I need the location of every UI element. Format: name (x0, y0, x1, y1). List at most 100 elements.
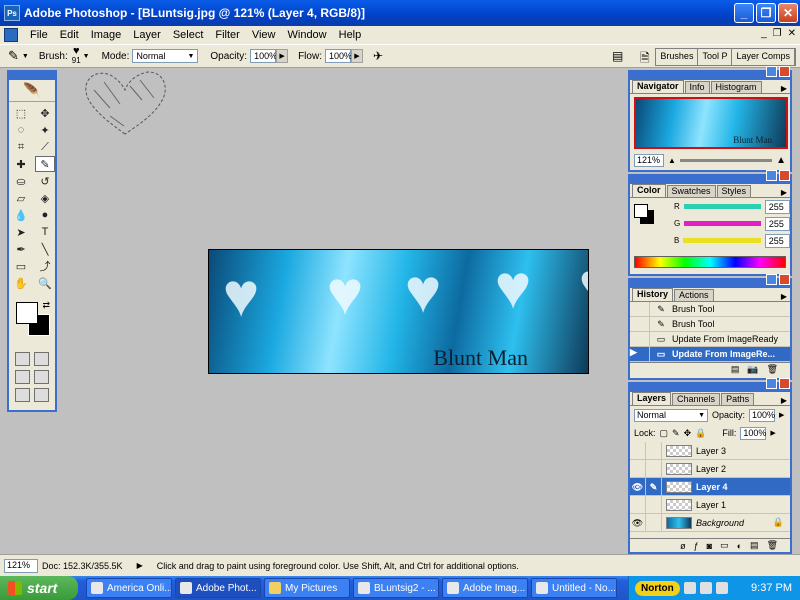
layer-opacity-arrow-icon[interactable]: ▶ (779, 411, 784, 419)
history-item-selected[interactable]: ▶ ▭ Update From ImageRe... (630, 346, 790, 362)
hand-tool-icon[interactable]: ✋ (11, 275, 31, 291)
opacity-input[interactable]: 100% (250, 49, 277, 63)
palette-titlebar[interactable] (630, 170, 790, 184)
well-tab-tool-presets[interactable]: Tool P (698, 49, 733, 65)
layer-row-background[interactable]: 👁 Background 🔒 (630, 513, 790, 532)
tab-histogram[interactable]: Histogram (710, 81, 762, 93)
clone-stamp-tool-icon[interactable]: ⛀ (11, 173, 31, 189)
g-slider[interactable] (684, 221, 761, 226)
menu-edit[interactable]: Edit (54, 29, 85, 41)
layer-row[interactable]: Layer 3 (630, 441, 790, 460)
menu-select[interactable]: Select (167, 29, 210, 41)
dodge-tool-icon[interactable]: ● (35, 207, 55, 223)
link-layers-icon[interactable]: ø (680, 541, 686, 551)
restore-button[interactable]: ❐ (756, 3, 776, 23)
layer-link-cell[interactable] (646, 495, 662, 514)
taskbar-item[interactable]: Adobe Imag... (442, 578, 528, 598)
swap-colors-icon[interactable]: ⇄ (42, 300, 50, 311)
doc-restore-icon[interactable]: ❐ (773, 28, 782, 39)
palette-minimize-icon[interactable] (766, 66, 777, 77)
healing-brush-tool-icon[interactable]: ✚ (11, 156, 31, 172)
menu-filter[interactable]: Filter (209, 29, 245, 41)
doc-close-icon[interactable]: ✕ (788, 28, 796, 39)
paintbrush-icon[interactable]: ✎ (646, 477, 662, 496)
well-tab-layer-comps[interactable]: Layer Comps (732, 49, 795, 65)
tab-layers[interactable]: Layers (632, 392, 672, 405)
tab-actions[interactable]: Actions (674, 289, 714, 301)
toolbox-titlebar[interactable] (9, 72, 55, 80)
taskbar-item[interactable]: BLuntsig2 - ... (353, 578, 439, 598)
palette-titlebar[interactable] (630, 66, 790, 80)
lock-all-icon[interactable]: 🔒 (695, 428, 706, 439)
lock-position-icon[interactable]: ✥ (684, 428, 692, 439)
navigator-thumbnail[interactable]: Blunt Man (634, 97, 788, 149)
history-source-cell[interactable]: ▶ (630, 346, 650, 362)
taskbar-item-active[interactable]: Adobe Phot... (175, 578, 261, 598)
tab-history[interactable]: History (632, 288, 674, 301)
menu-view[interactable]: View (246, 29, 282, 41)
eye-icon[interactable]: 👁 (630, 513, 646, 532)
jump-to-imageready-icon[interactable] (34, 388, 49, 402)
navigator-zoom-input[interactable]: 121% (634, 154, 664, 167)
eye-icon[interactable]: 👁 (630, 477, 646, 496)
color-fg-swatch[interactable] (634, 204, 648, 218)
new-group-icon[interactable]: ▭ (720, 540, 729, 551)
taskbar-item[interactable]: Untitled - No... (531, 578, 617, 598)
preset-dropdown-icon[interactable]: ▼ (22, 53, 29, 60)
delete-layer-icon[interactable]: 🗑 (767, 540, 778, 551)
well-tab-brushes[interactable]: Brushes (656, 49, 699, 65)
color-spectrum-ramp[interactable] (634, 256, 786, 268)
layer-blend-mode-select[interactable]: Normal ▼ (634, 408, 708, 422)
airbrush-icon[interactable]: ✈ (373, 49, 383, 63)
zoom-tool-icon[interactable]: 🔍 (35, 275, 55, 291)
palette-close-icon[interactable] (779, 378, 790, 389)
status-menu-icon[interactable]: ▶ (137, 561, 143, 570)
standard-mode-icon[interactable] (15, 352, 30, 366)
layer-row-selected[interactable]: 👁 ✎ Layer 4 (630, 477, 790, 496)
quick-mask-mode-icon[interactable] (34, 352, 49, 366)
palette-close-icon[interactable] (779, 66, 790, 77)
history-brush-tool-icon[interactable]: ↺ (35, 173, 55, 189)
brush-dropdown-icon[interactable]: ▼ (83, 53, 90, 60)
mode-select[interactable]: Normal ▼ (132, 49, 199, 63)
marquee-tool-icon[interactable]: ⬚ (11, 105, 31, 121)
palette-minimize-icon[interactable] (766, 274, 777, 285)
file-browser-icon[interactable]: ▤ (612, 49, 623, 63)
menu-help[interactable]: Help (333, 29, 368, 41)
document-canvas[interactable]: ♥ ♥ ♥ ♥ ♥ Blunt Man (208, 249, 589, 374)
pen-tool-icon[interactable]: ✒ (11, 241, 31, 257)
palette-minimize-icon[interactable] (766, 170, 777, 181)
history-source-cell[interactable] (630, 331, 650, 347)
tray-icon[interactable] (683, 582, 696, 594)
delete-state-icon[interactable]: 🗑 (767, 364, 778, 375)
status-zoom-input[interactable]: 121% (4, 558, 38, 573)
lock-image-icon[interactable]: ✎ (672, 428, 680, 439)
slice-tool-icon[interactable]: ⟋ (35, 139, 55, 155)
move-tool-icon[interactable]: ✥ (35, 105, 55, 121)
tab-swatches[interactable]: Swatches (666, 185, 716, 197)
brush-tip-icon[interactable]: ♥ (73, 46, 80, 57)
opacity-slider-button[interactable]: ▶ (276, 49, 289, 63)
layer-link-cell[interactable] (646, 441, 662, 460)
new-adjustment-layer-icon[interactable]: ◐ (737, 541, 742, 551)
type-tool-icon[interactable]: T (35, 224, 55, 240)
line-tool-icon[interactable]: ╲ (35, 241, 55, 257)
history-item[interactable]: ✎ Brush Tool (630, 301, 790, 317)
taskbar-item[interactable]: America Onli... (86, 578, 172, 598)
b-slider[interactable] (683, 238, 761, 243)
close-button[interactable]: ✕ (778, 3, 798, 23)
start-button[interactable]: start (0, 576, 78, 600)
menu-layer[interactable]: Layer (127, 29, 167, 41)
palette-menu-icon[interactable]: ▶ (781, 292, 790, 301)
paint-bucket-tool-icon[interactable]: ◈ (35, 190, 55, 206)
new-snapshot-icon[interactable]: 📷 (747, 364, 758, 375)
visibility-toggle[interactable] (630, 441, 646, 460)
layer-link-cell[interactable] (646, 513, 662, 532)
new-layer-icon[interactable]: ▤ (750, 540, 759, 551)
menu-file[interactable]: File (24, 29, 54, 41)
palette-minimize-icon[interactable] (766, 378, 777, 389)
flow-input[interactable]: 100% (324, 49, 352, 63)
photoshop-app-icon[interactable]: Ps (4, 5, 20, 21)
layer-row[interactable]: Layer 2 (630, 459, 790, 478)
path-selection-tool-icon[interactable]: ➤ (11, 224, 31, 240)
